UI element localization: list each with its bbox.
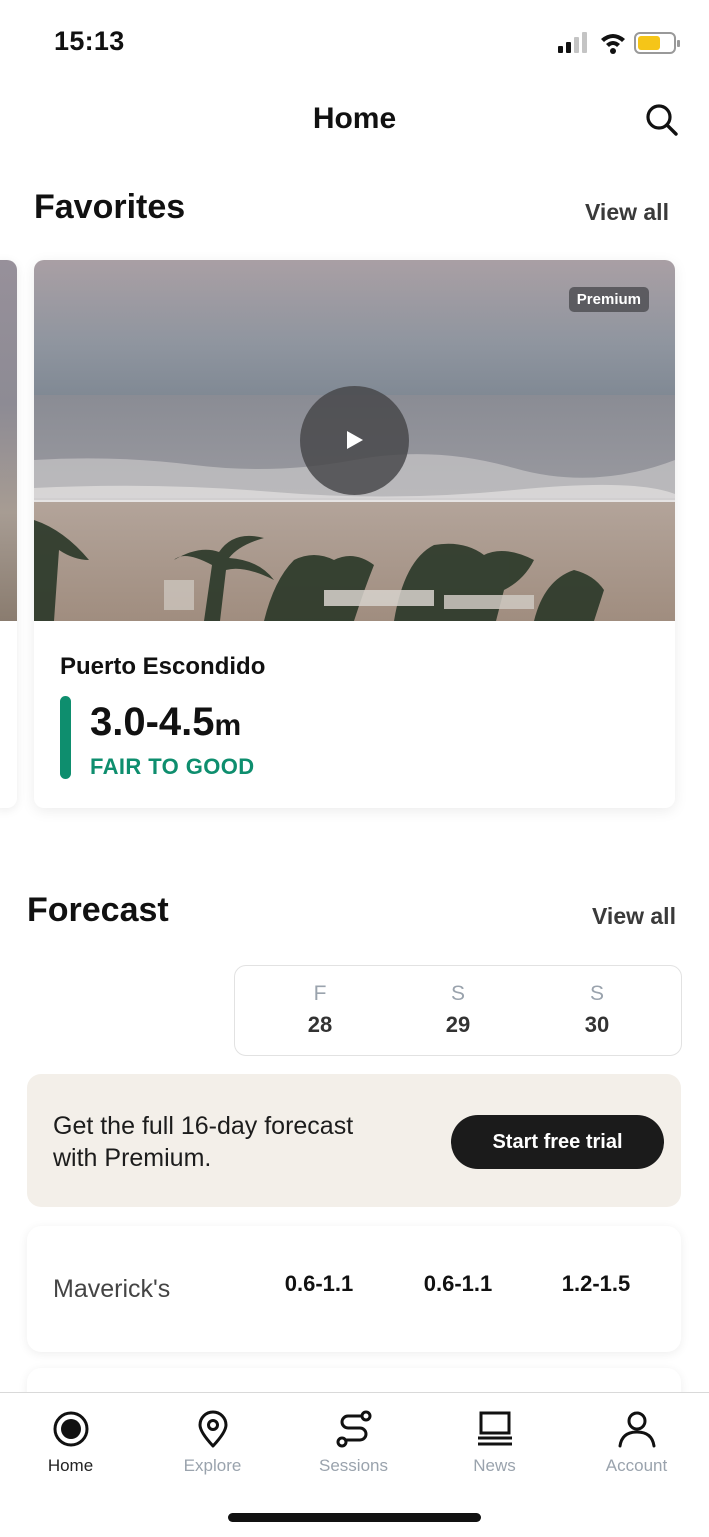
favorite-spot-card[interactable]: Premium Puerto Escondido 3.0-4.5m FAIR T… xyxy=(34,260,675,808)
tab-label: Sessions xyxy=(319,1456,388,1475)
tab-label: News xyxy=(473,1456,516,1475)
premium-badge: Premium xyxy=(568,287,649,312)
day-letter: S xyxy=(450,982,465,1005)
home-icon xyxy=(53,1411,88,1447)
day-date: 28 xyxy=(307,1012,333,1037)
spot-name: Puerto Escondido xyxy=(60,653,266,680)
play-icon xyxy=(347,431,363,449)
search-button[interactable] xyxy=(642,100,682,140)
day-date: 29 xyxy=(445,1012,471,1037)
wave-height-unit: m xyxy=(214,709,242,742)
forecast-spot-row[interactable]: Maverick's 0.6-1.1 0.6-1.1 1.2-1.5 xyxy=(27,1226,681,1352)
tab-label: Home xyxy=(47,1456,94,1475)
wifi-icon xyxy=(601,34,625,54)
forecast-days-header: F 28 S 29 S 30 xyxy=(234,965,682,1056)
premium-promo-banner: Get the full 16-day forecast with Premiu… xyxy=(27,1074,681,1207)
map-pin-icon xyxy=(198,1410,227,1448)
forecast-spot-name: Maverick's xyxy=(53,1275,171,1303)
forecast-value: 0.6-1.1 xyxy=(284,1271,354,1296)
day-letter: F xyxy=(313,982,327,1005)
account-icon xyxy=(618,1411,655,1448)
rating-color-bar xyxy=(60,696,71,779)
favorites-view-all-link[interactable]: View all xyxy=(585,199,669,226)
previous-favorite-thumbnail xyxy=(0,260,17,621)
signal-icon xyxy=(558,32,587,53)
day-column: S 30 xyxy=(527,966,667,1038)
tab-explore[interactable]: Explore xyxy=(142,1393,283,1493)
status-icons xyxy=(556,30,682,56)
home-indicator xyxy=(228,1513,481,1522)
favorites-title: Favorites xyxy=(34,188,186,226)
forecast-value: 0.6-1.1 xyxy=(423,1271,493,1296)
day-date: 30 xyxy=(584,1012,610,1037)
promo-text: Get the full 16-day forecast with Premiu… xyxy=(53,1112,354,1172)
tab-sessions[interactable]: Sessions xyxy=(283,1393,424,1493)
search-icon xyxy=(646,104,678,136)
rating-label: FAIR TO GOOD xyxy=(90,754,255,779)
tab-news[interactable]: News xyxy=(424,1393,565,1493)
forecast-view-all-link[interactable]: View all xyxy=(592,903,676,930)
forecast-title: Forecast xyxy=(27,891,169,929)
day-column: F 28 xyxy=(250,966,390,1038)
forecast-value: 1.2-1.5 xyxy=(561,1271,631,1296)
page-title: Home xyxy=(312,102,397,135)
tab-label: Account xyxy=(605,1456,668,1475)
day-column: S 29 xyxy=(388,966,528,1038)
sessions-route-icon xyxy=(336,1410,371,1448)
wave-height-value: 3.0-4.5 xyxy=(90,700,215,744)
play-button[interactable] xyxy=(300,386,409,495)
previous-favorite-card[interactable] xyxy=(0,260,17,808)
day-letter: S xyxy=(589,982,604,1005)
status-time: 15:13 xyxy=(54,26,125,56)
news-icon xyxy=(477,1411,512,1446)
start-free-trial-button[interactable]: Start free trial xyxy=(451,1115,664,1169)
wave-height: 3.0-4.5m xyxy=(90,700,241,745)
tab-label: Explore xyxy=(183,1456,242,1475)
tab-account[interactable]: Account xyxy=(566,1393,707,1493)
tab-home[interactable]: Home xyxy=(0,1393,141,1493)
battery-icon xyxy=(634,32,680,54)
